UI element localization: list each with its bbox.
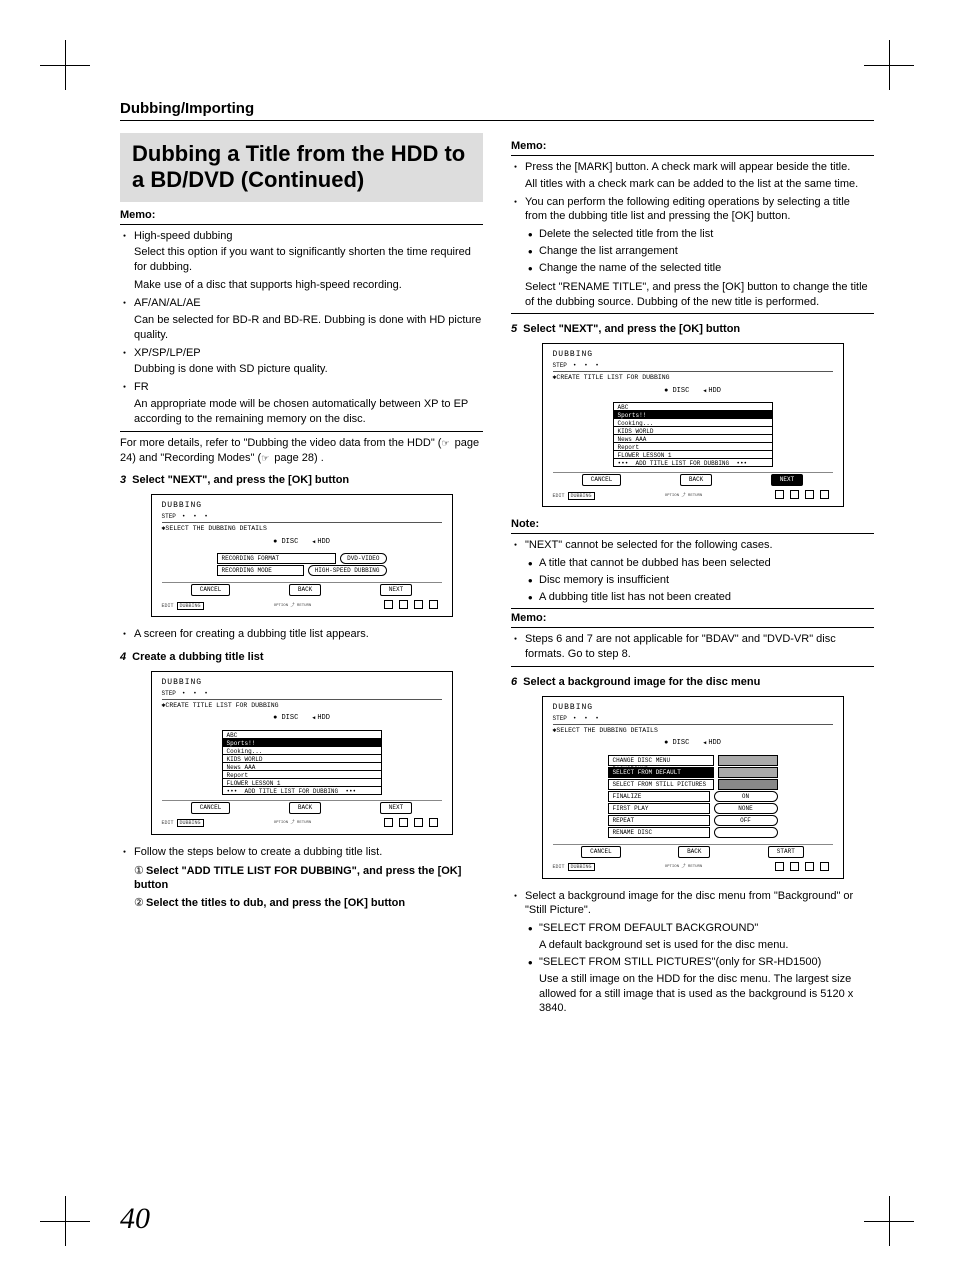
back-button[interactable]: BACK	[678, 846, 710, 858]
memo-item: You can perform the following editing op…	[511, 195, 874, 310]
memo-text: An appropriate mode will be chosen autom…	[134, 397, 483, 427]
dubbing-background-screen: DUBBING STEP ✱SELECT THE DUBBING DETAILS…	[542, 696, 844, 879]
add-title-row[interactable]: ••• ADD TITLE LIST FOR DUBBING •••	[613, 458, 773, 467]
sub-item: Change the name of the selected title	[525, 261, 874, 276]
memo-text: Make use of a disc that supports high-sp…	[134, 278, 483, 293]
select-bg-text: Select a background image for the disc m…	[511, 889, 874, 1017]
option-text: A default background set is used for the…	[539, 938, 874, 953]
sub-item: Delete the selected title from the list	[525, 227, 874, 242]
memo-item: High-speed dubbing Select this option if…	[120, 229, 483, 293]
memo-item: Press the [MARK] button. A check mark wi…	[511, 160, 874, 192]
back-button[interactable]: BACK	[289, 802, 321, 814]
next-button[interactable]: NEXT	[380, 584, 412, 596]
memo-text: Select "RENAME TITLE", and press the [OK…	[525, 280, 874, 310]
memo-item: Steps 6 and 7 are not applicable for "BD…	[511, 632, 874, 662]
step-6: 6Select a background image for the disc …	[511, 675, 874, 690]
step-5: 5Select "NEXT", and press the [OK] butto…	[511, 322, 874, 337]
section-header: Dubbing/Importing	[120, 100, 874, 121]
dubbing-title-list-screen: DUBBING STEP ✱CREATE TITLE LIST FOR DUBB…	[151, 671, 453, 835]
memo-heading: Memo:	[511, 139, 874, 156]
sub-item: Change the list arrangement	[525, 244, 874, 259]
cancel-button[interactable]: CANCEL	[581, 846, 621, 858]
details-text: For more details, refer to "Dubbing the …	[120, 436, 483, 466]
add-title-row[interactable]: ••• ADD TITLE LIST FOR DUBBING •••	[222, 786, 382, 795]
substep-2: ②Select the titles to dub, and press the…	[120, 896, 483, 911]
sub-item: A title that cannot be dubbed has been s…	[525, 556, 874, 571]
cancel-button[interactable]: CANCEL	[582, 474, 622, 486]
cancel-button[interactable]: CANCEL	[191, 584, 231, 596]
memo-item: XP/SP/LP/EP Dubbing is done with SD pict…	[120, 346, 483, 378]
note-heading: Note:	[511, 517, 874, 534]
right-column: Memo: Press the [MARK] button. A check m…	[511, 133, 874, 1020]
back-button[interactable]: BACK	[289, 584, 321, 596]
memo-text: All titles with a check mark can be adde…	[525, 177, 874, 192]
page-number: 40	[120, 1202, 150, 1236]
next-button[interactable]: NEXT	[380, 802, 412, 814]
back-button[interactable]: BACK	[680, 474, 712, 486]
option-item: "SELECT FROM DEFAULT BACKGROUND" A defau…	[525, 921, 874, 953]
step-3: 3Select "NEXT", and press the [OK] butto…	[120, 473, 483, 488]
memo-heading: Memo:	[511, 611, 874, 628]
memo-heading: Memo:	[120, 208, 483, 225]
page-title: Dubbing a Title from the HDD to a BD/DVD…	[120, 133, 483, 202]
memo-item: AF/AN/AL/AE Can be selected for BD-R and…	[120, 296, 483, 343]
next-button[interactable]: NEXT	[771, 474, 803, 486]
note-text: A screen for creating a dubbing title li…	[120, 627, 483, 642]
substep-1: ①Select "ADD TITLE LIST FOR DUBBING", an…	[120, 864, 483, 894]
sub-item: Disc memory is insufficient	[525, 573, 874, 588]
memo-item: FR An appropriate mode will be chosen au…	[120, 380, 483, 427]
option-text: Use a still image on the HDD for the dis…	[539, 972, 874, 1017]
sub-item: A dubbing title list has not been create…	[525, 590, 874, 605]
dubbing-details-screen: DUBBING STEP ✱SELECT THE DUBBING DETAILS…	[151, 494, 453, 617]
memo-text: Dubbing is done with SD picture quality.	[134, 362, 483, 377]
note-item: "NEXT" cannot be selected for the follow…	[511, 538, 874, 604]
memo-text: Select this option if you want to signif…	[134, 245, 483, 275]
follow-text: Follow the steps below to create a dubbi…	[120, 845, 483, 860]
step-4: 4Create a dubbing title list	[120, 650, 483, 665]
cancel-button[interactable]: CANCEL	[191, 802, 231, 814]
start-button[interactable]: START	[768, 846, 804, 858]
memo-text: Can be selected for BD-R and BD-RE. Dubb…	[134, 313, 483, 343]
dubbing-title-list-screen-2: DUBBING STEP ✱CREATE TITLE LIST FOR DUBB…	[542, 343, 844, 507]
left-column: Dubbing a Title from the HDD to a BD/DVD…	[120, 133, 483, 1020]
option-item: "SELECT FROM STILL PICTURES"(only for SR…	[525, 955, 874, 1016]
